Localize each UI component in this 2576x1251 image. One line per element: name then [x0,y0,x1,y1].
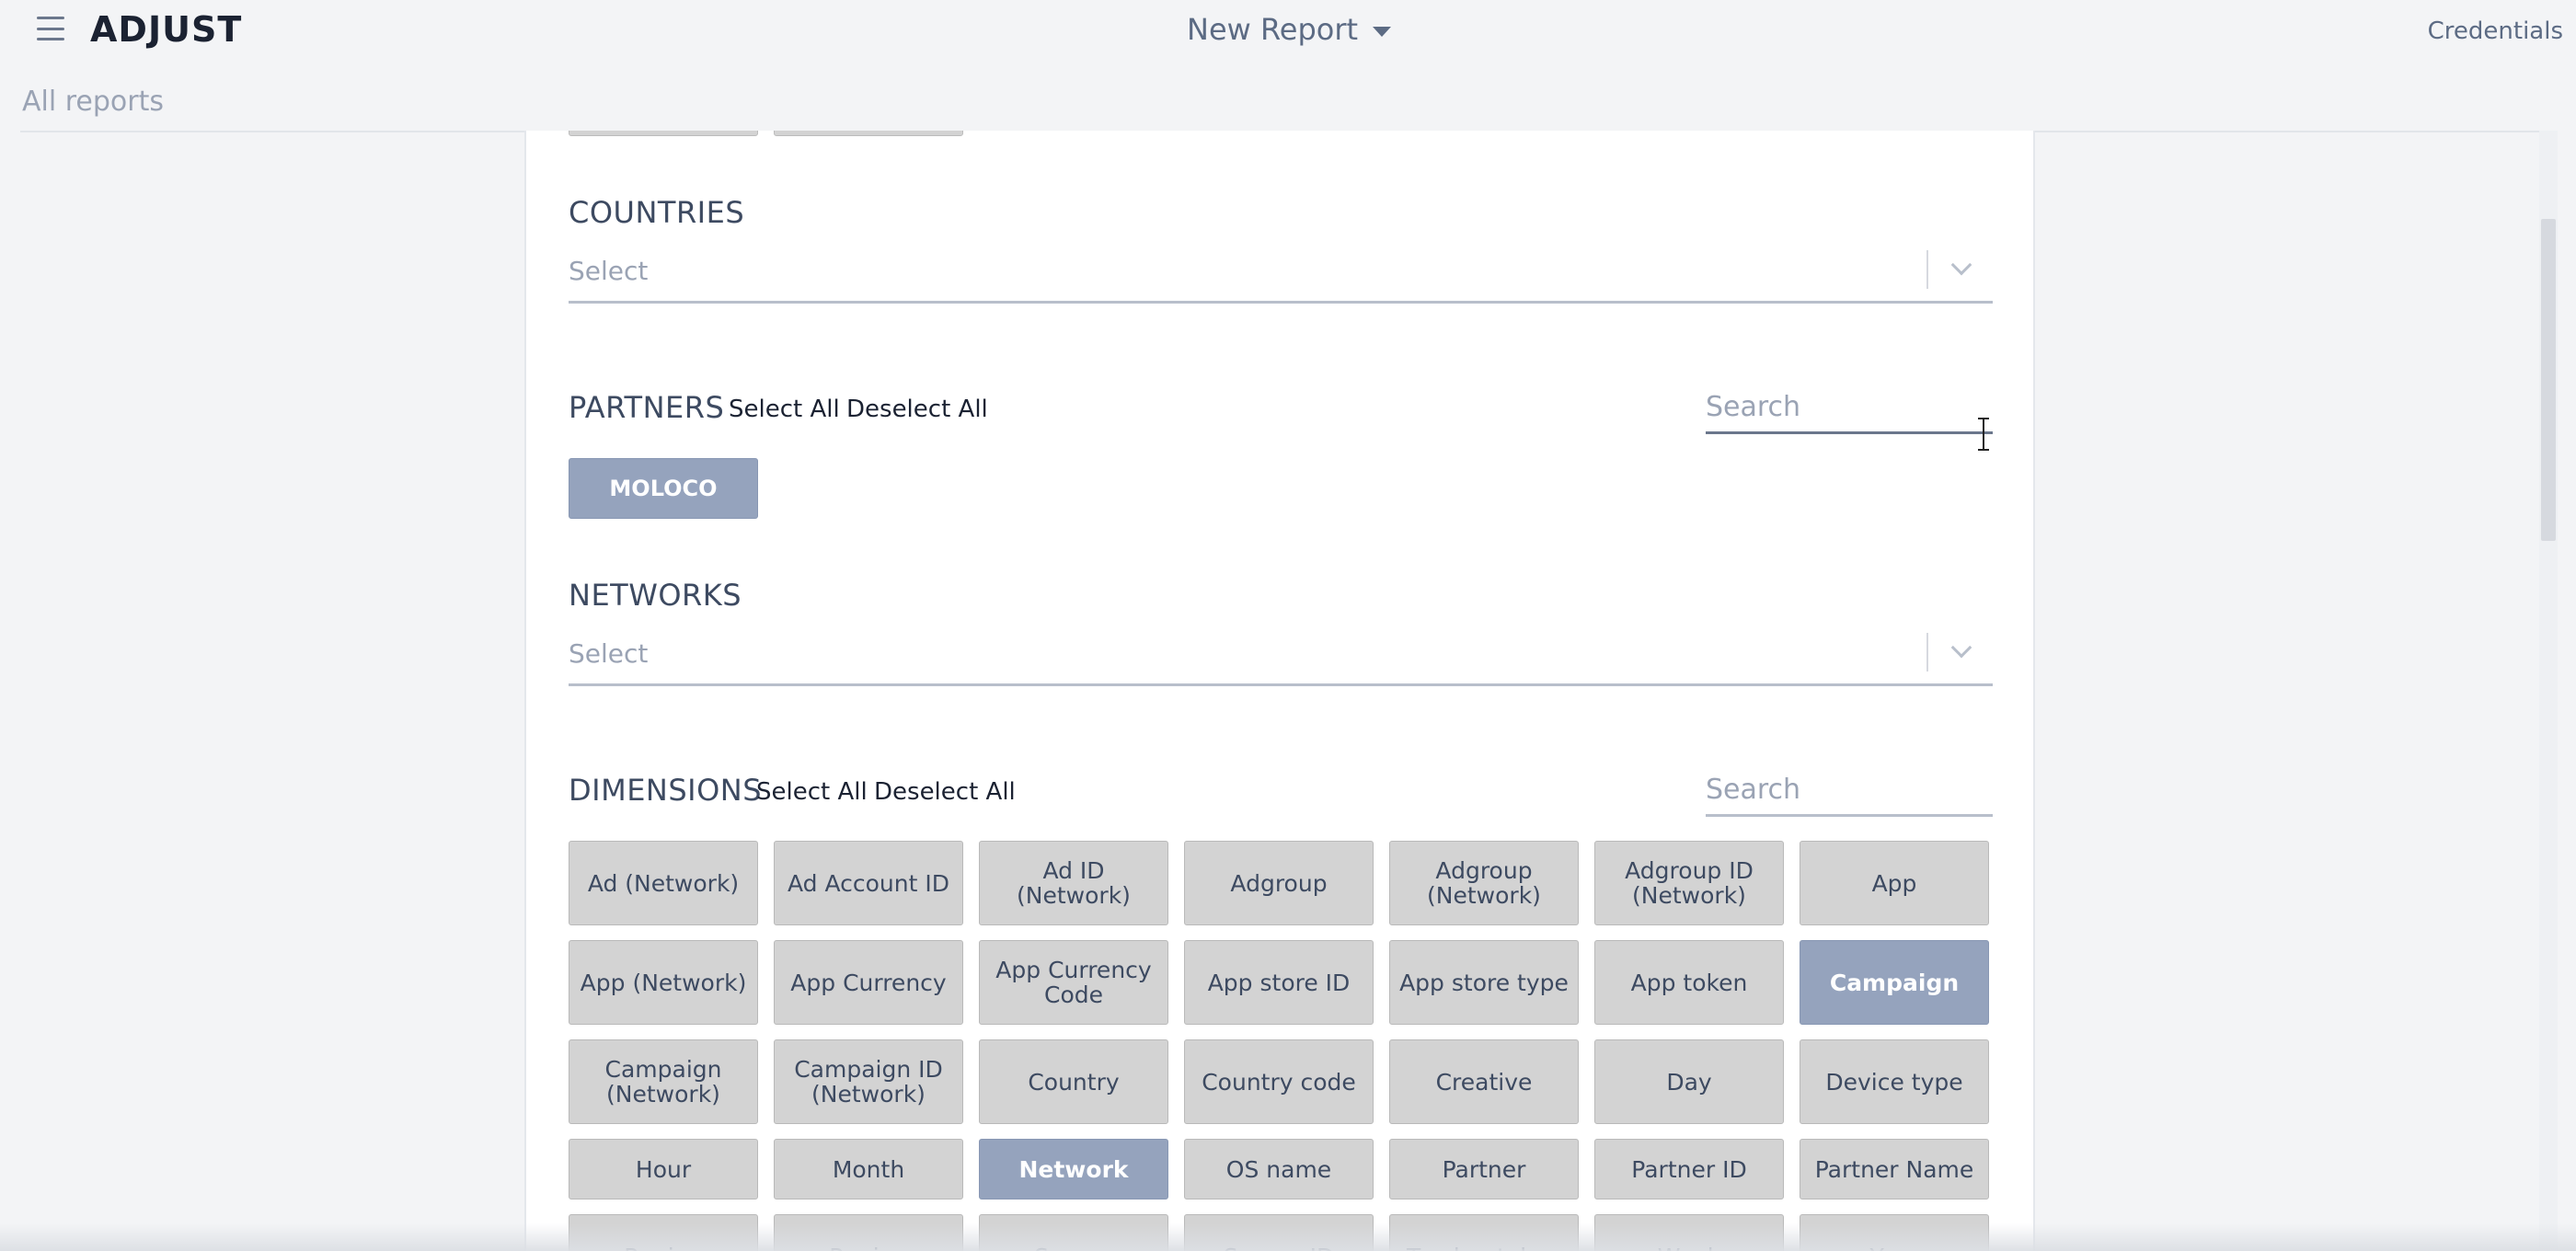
dimension-button[interactable]: Partner ID [1594,1139,1784,1199]
select-separator [1926,633,1928,671]
countries-select[interactable]: Select [569,243,1993,304]
countries-placeholder: Select [569,256,649,286]
dimension-button[interactable]: Campaign (Network) [569,1039,758,1124]
dimension-button[interactable]: App (Network) [569,940,758,1025]
dimensions-title: DIMENSIONS [569,773,763,808]
hamburger-menu-icon[interactable] [37,17,64,40]
dimension-button[interactable]: App Currency Code [979,940,1168,1025]
text-cursor-icon [1978,416,1989,453]
dimension-button[interactable]: Country [979,1039,1168,1124]
bottom-shadow [0,1223,2576,1251]
report-title-dropdown[interactable]: New Report [1187,7,1392,52]
networks-select[interactable]: Select [569,626,1993,686]
dimension-button[interactable]: Day [1594,1039,1784,1124]
dimensions-grid: Ad (Network) Ad Account ID Ad ID (Network)… [569,841,1993,1251]
dimensions-deselect-all-button[interactable]: Deselect All [874,778,1016,806]
page-scrollbar[interactable] [2539,131,2558,1251]
caret-down-icon [1373,26,1392,37]
partial-button[interactable] [569,131,758,136]
dimension-button[interactable]: OS name [1184,1139,1374,1199]
chevron-down-icon[interactable] [1950,254,1972,276]
networks-placeholder: Select [569,638,649,669]
dimension-button[interactable]: Month [774,1139,963,1199]
dimension-button[interactable]: Ad Account ID [774,841,963,925]
partners-title: PARTNERS [569,390,725,425]
dimensions-search-input[interactable] [1706,765,1993,814]
credentials-link[interactable]: Credentials [2428,13,2563,50]
report-title: New Report [1187,12,1359,47]
adjust-logo[interactable]: ADJUST [90,7,242,52]
top-bar: ADJUST New Report Credentials [0,0,2576,59]
dimension-button[interactable]: Partner Name [1800,1139,1989,1199]
dimensions-search[interactable] [1706,765,1993,817]
report-form-panel: COUNTRIES Select PARTNERS Select All Des… [524,131,2035,1251]
dimension-button[interactable]: Ad (Network) [569,841,758,925]
partners-search-input[interactable] [1706,383,1993,431]
dimension-button[interactable]: App token [1594,940,1784,1025]
dimension-button[interactable]: Adgroup [1184,841,1374,925]
breadcrumb-all-reports[interactable]: All reports [22,79,164,125]
dimension-button[interactable]: Creative [1389,1039,1579,1124]
partners-deselect-all-button[interactable]: Deselect All [846,396,988,423]
partner-chip-moloco[interactable]: MOLOCO [569,458,758,519]
dimension-button[interactable]: Adgroup ID (Network) [1594,841,1784,925]
dimension-button[interactable]: App store type [1389,940,1579,1025]
dimension-button[interactable]: App Currency [774,940,963,1025]
dimension-button[interactable]: App store ID [1184,940,1374,1025]
partners-search[interactable] [1706,383,1993,434]
chevron-down-icon[interactable] [1950,637,1972,659]
networks-title: NETWORKS [569,578,742,613]
dimension-button[interactable]: Adgroup (Network) [1389,841,1579,925]
dimension-button[interactable]: Ad ID (Network) [979,841,1168,925]
dimension-button[interactable]: Network [979,1139,1168,1199]
select-separator [1926,250,1928,289]
scrollbar-thumb[interactable] [2541,219,2556,541]
partial-button[interactable] [774,131,963,136]
countries-title: COUNTRIES [569,195,745,230]
dimension-button[interactable]: App [1800,841,1989,925]
dimension-button[interactable]: Campaign ID (Network) [774,1039,963,1124]
partners-select-all-button[interactable]: Select All [729,396,840,423]
dimension-button[interactable]: Device type [1800,1039,1989,1124]
dimension-button[interactable]: Country code [1184,1039,1374,1124]
dimension-button[interactable]: Partner [1389,1139,1579,1199]
dimension-button[interactable]: Campaign [1800,940,1989,1025]
dimensions-select-all-button[interactable]: Select All [756,778,868,806]
dimension-button[interactable]: Hour [569,1139,758,1199]
